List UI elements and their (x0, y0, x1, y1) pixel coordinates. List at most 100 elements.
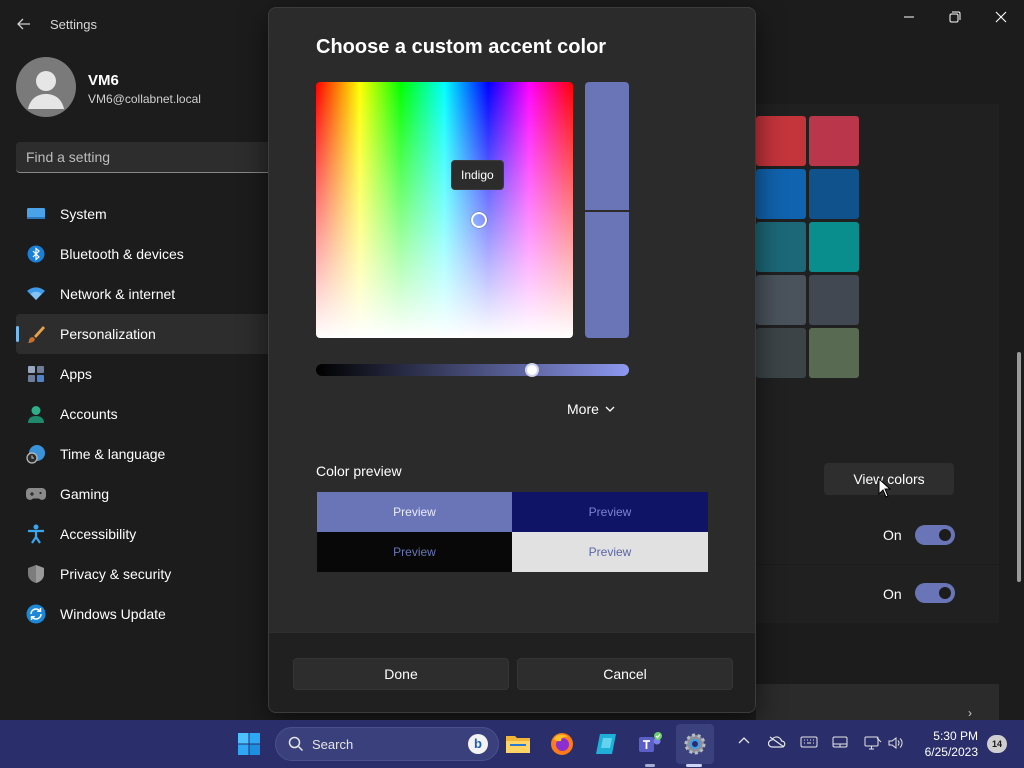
accent-color-swatch[interactable] (809, 328, 859, 378)
color-spectrum-picker[interactable] (316, 82, 573, 338)
toggle-row-2 (756, 565, 999, 623)
wifi-icon (26, 284, 46, 304)
gamepad-icon (26, 484, 46, 504)
accent-color-swatch[interactable] (756, 222, 806, 272)
toggle-row-1 (756, 506, 999, 564)
network-icon (864, 736, 882, 750)
accent-color-swatch[interactable] (756, 328, 806, 378)
settings-taskbar-button[interactable] (679, 728, 711, 760)
bing-icon: b (468, 734, 488, 754)
taskbar-clock[interactable]: 5:30 PM 6/25/2023 (916, 728, 978, 760)
brightness-slider-thumb[interactable] (524, 363, 539, 377)
sidebar-item-windows-update[interactable]: Windows Update (16, 594, 286, 634)
cancel-button[interactable]: Cancel (517, 658, 733, 690)
spectrum-selector-handle[interactable] (471, 212, 487, 228)
settings-active-indicator (686, 764, 702, 767)
sidebar-item-privacy[interactable]: Privacy & security (16, 554, 286, 594)
azure-data-studio-button[interactable] (590, 728, 622, 760)
taskbar: Search b 5:30 PM 6/25/2023 14 (0, 720, 1024, 768)
taskbar-search-box[interactable]: Search b (275, 727, 499, 761)
dialog-title: Choose a custom accent color (316, 36, 607, 58)
sidebar-item-label: Accessibility (60, 526, 137, 542)
firefox-icon (551, 733, 573, 755)
network-tray-button[interactable] (864, 736, 882, 750)
touchpad-tray-button[interactable] (832, 736, 848, 748)
settings-gear-icon (684, 733, 706, 755)
chevron-up-icon (738, 737, 750, 744)
restore-icon (949, 11, 961, 23)
selected-color-swatch (585, 82, 629, 210)
onedrive-tray-button[interactable] (768, 736, 786, 748)
preview-tile: Preview (512, 492, 708, 532)
firefox-button[interactable] (546, 728, 578, 760)
accent-color-swatch[interactable] (756, 116, 806, 166)
teams-button[interactable] (634, 728, 666, 760)
volume-tray-button[interactable] (888, 736, 904, 750)
start-button[interactable] (233, 728, 265, 760)
teams-icon (639, 732, 662, 752)
update-icon (26, 604, 46, 624)
app-title: Settings (50, 17, 97, 32)
sidebar-item-time-language[interactable]: Time & language (16, 434, 286, 474)
sidebar-item-label: System (60, 206, 107, 222)
sidebar-item-bluetooth[interactable]: Bluetooth & devices (16, 234, 286, 274)
back-button[interactable] (10, 12, 38, 36)
contrast-themes-row[interactable] (756, 684, 999, 720)
default-user-icon (28, 71, 64, 109)
color-preview-grid: Preview Preview Preview Preview (317, 492, 708, 573)
show-hidden-icons-button[interactable] (738, 736, 750, 744)
color-name-tooltip: Indigo (451, 160, 504, 190)
user-name: VM6 (88, 72, 119, 89)
accent-color-swatch[interactable] (756, 275, 806, 325)
mouse-pointer-icon (878, 477, 892, 503)
custom-accent-color-dialog: Choose a custom accent color Indigo More… (268, 7, 756, 713)
more-label: More (567, 401, 599, 417)
sidebar-item-network[interactable]: Network & internet (16, 274, 286, 314)
more-button[interactable]: More (567, 398, 615, 420)
accent-color-swatch[interactable] (809, 222, 859, 272)
sidebar-item-accounts[interactable]: Accounts (16, 394, 286, 434)
dialog-footer: Done Cancel (269, 632, 755, 712)
azure-data-studio-icon (596, 734, 616, 754)
scrollbar[interactable] (1017, 352, 1021, 582)
search-input[interactable] (26, 142, 266, 172)
sidebar-item-label: Privacy & security (60, 566, 172, 582)
accent-color-swatch[interactable] (809, 169, 859, 219)
volume-icon (888, 737, 903, 749)
file-explorer-button[interactable] (502, 728, 534, 760)
back-arrow-icon (17, 18, 30, 30)
avatar (16, 57, 76, 117)
accent-color-swatch[interactable] (809, 275, 859, 325)
preview-tile: Preview (512, 532, 708, 572)
restore-button[interactable] (932, 6, 978, 28)
close-icon (995, 11, 1007, 23)
onedrive-icon (768, 736, 786, 748)
chevron-down-icon (605, 406, 615, 412)
preview-tile: Preview (317, 492, 512, 532)
brightness-slider-track[interactable] (316, 364, 629, 376)
sidebar-item-gaming[interactable]: Gaming (16, 474, 286, 514)
taskbar-search-label: Search (312, 737, 354, 752)
sidebar-item-label: Accounts (60, 406, 118, 422)
toggle-switch-2[interactable] (915, 583, 955, 603)
accent-color-swatch[interactable] (809, 116, 859, 166)
brush-icon (26, 324, 46, 344)
notification-count-badge[interactable]: 14 (987, 735, 1007, 753)
toggle-switch-1[interactable] (915, 525, 955, 545)
sidebar-item-system[interactable]: System (16, 194, 286, 234)
accent-color-swatch[interactable] (756, 169, 806, 219)
sidebar-item-label: Network & internet (60, 286, 176, 302)
minimize-icon (904, 16, 914, 18)
done-button[interactable]: Done (293, 658, 509, 690)
settings-search-box[interactable] (16, 142, 278, 173)
keyboard-tray-button[interactable] (800, 736, 818, 748)
sidebar-item-apps[interactable]: Apps (16, 354, 286, 394)
sidebar-item-accessibility[interactable]: Accessibility (16, 514, 286, 554)
close-button[interactable] (978, 6, 1024, 28)
previous-color-swatch (585, 212, 629, 338)
toggle-1-state-label: On (883, 527, 902, 543)
sidebar-item-personalization[interactable]: Personalization (16, 314, 286, 354)
shield-icon (26, 564, 46, 584)
minimize-button[interactable] (886, 6, 932, 28)
apps-icon (26, 364, 46, 384)
